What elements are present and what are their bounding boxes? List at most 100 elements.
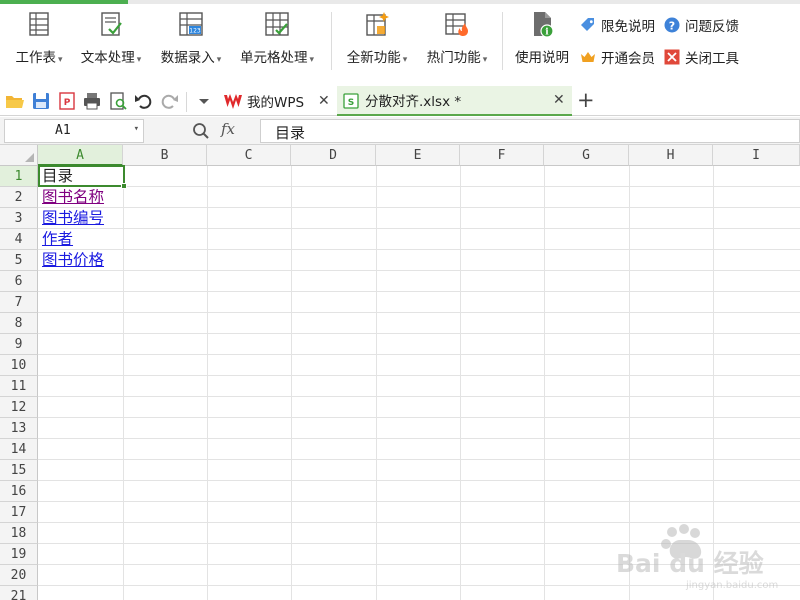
column-header-a[interactable]: A — [38, 145, 123, 166]
free-info-link[interactable]: 限免说明 — [580, 14, 655, 36]
row-header-12[interactable]: 12 — [0, 397, 38, 418]
formula-bar: A1 ▾ fx 目录 — [0, 117, 800, 145]
save-icon[interactable] — [31, 91, 51, 111]
row-header-16[interactable]: 16 — [0, 481, 38, 502]
data-entry-button[interactable]: 123 数据录入 ▾ — [155, 10, 227, 70]
row-header-6[interactable]: 6 — [0, 271, 38, 292]
gridline — [38, 417, 800, 418]
row-header-1[interactable]: 1 — [0, 166, 38, 187]
membership-link[interactable]: 开通会员 — [580, 46, 655, 68]
gridline — [544, 166, 545, 600]
column-header-b[interactable]: B — [123, 145, 207, 166]
gridline — [38, 354, 800, 355]
chevron-down-icon: ▾ — [136, 55, 142, 65]
usage-guide-icon: i — [534, 12, 554, 38]
formula-input[interactable]: 目录 — [260, 119, 800, 143]
quick-access-separator — [186, 92, 187, 112]
insert-function-button[interactable]: fx — [221, 120, 235, 138]
open-folder-icon[interactable] — [5, 91, 25, 111]
gridline — [291, 166, 292, 600]
text-process-label: 文本处理 — [80, 50, 135, 66]
cell-a4-hyperlink[interactable]: 作者 — [39, 229, 73, 250]
row-header-7[interactable]: 7 — [0, 292, 38, 313]
row-header-19[interactable]: 19 — [0, 544, 38, 565]
column-header-e[interactable]: E — [376, 145, 460, 166]
select-all-corner[interactable] — [0, 145, 38, 166]
row-header-15[interactable]: 15 — [0, 460, 38, 481]
cell-a3-hyperlink[interactable]: 图书编号 — [39, 208, 104, 229]
svg-text:P: P — [64, 98, 71, 108]
chevron-down-icon: ▾ — [57, 55, 63, 65]
worksheet-label: 工作表 — [15, 50, 56, 66]
row-header-8[interactable]: 8 — [0, 313, 38, 334]
row-header-21[interactable]: 21 — [0, 586, 38, 600]
print-icon[interactable] — [82, 91, 102, 111]
new-feature-label: 全新功能 — [346, 50, 401, 66]
close-tool-button[interactable]: 关闭工具 — [664, 46, 739, 68]
gridline — [38, 375, 800, 376]
gridline — [460, 166, 461, 600]
new-feature-button[interactable]: 全新功能 ▾ — [341, 10, 413, 70]
row-header-2[interactable]: 2 — [0, 187, 38, 208]
chevron-down-icon: ▾ — [309, 55, 315, 65]
hot-feature-label: 热门功能 — [426, 50, 481, 66]
column-header-f[interactable]: F — [460, 145, 544, 166]
chevron-down-icon: ▾ — [482, 55, 488, 65]
name-box[interactable]: A1 ▾ — [4, 119, 144, 143]
more-dropdown-icon[interactable] — [194, 91, 214, 111]
close-icon — [664, 49, 680, 65]
usage-guide-button[interactable]: i 使用说明 — [511, 10, 573, 70]
usage-guide-label: 使用说明 — [515, 50, 569, 66]
column-header-g[interactable]: G — [544, 145, 629, 166]
ribbon-separator — [331, 12, 332, 70]
gridline — [713, 166, 714, 600]
gridline — [629, 166, 630, 600]
gridline — [123, 166, 124, 600]
redo-icon[interactable] — [159, 91, 179, 111]
cell-a1[interactable]: 目录 — [39, 166, 73, 187]
column-header-c[interactable]: C — [207, 145, 291, 166]
row-header-10[interactable]: 10 — [0, 355, 38, 376]
ribbon-top-border — [128, 0, 800, 4]
tab-active-workbook[interactable]: S 分散对齐.xlsx * ✕ — [337, 86, 572, 116]
hot-feature-button[interactable]: 热门功能 ▾ — [421, 10, 493, 70]
zoom-search-icon[interactable] — [192, 122, 210, 140]
row-header-4[interactable]: 4 — [0, 229, 38, 250]
feedback-link[interactable]: ? 问题反馈 — [664, 14, 739, 36]
row-header-5[interactable]: 5 — [0, 250, 38, 271]
gridline — [38, 291, 800, 292]
chevron-down-icon: ▾ — [402, 55, 408, 65]
gridline — [207, 166, 208, 600]
new-tab-plus-icon[interactable]: + — [577, 88, 595, 112]
chevron-down-icon[interactable]: ▾ — [134, 124, 139, 134]
column-header-h[interactable]: H — [629, 145, 713, 166]
undo-icon[interactable] — [134, 91, 154, 111]
wps-logo-icon — [224, 94, 242, 109]
row-header-13[interactable]: 13 — [0, 418, 38, 439]
gridline — [38, 312, 800, 313]
row-header-17[interactable]: 17 — [0, 502, 38, 523]
cell-process-button[interactable]: 单元格处理 ▾ — [234, 10, 320, 70]
column-header-i[interactable]: I — [713, 145, 800, 166]
membership-label: 开通会员 — [601, 51, 655, 67]
row-header-3[interactable]: 3 — [0, 208, 38, 229]
row-header-18[interactable]: 18 — [0, 523, 38, 544]
close-icon[interactable]: ✕ — [553, 92, 565, 108]
worksheet-button[interactable]: 工作表 ▾ — [10, 10, 68, 70]
cell-a2-hyperlink[interactable]: 图书名称 — [39, 187, 104, 208]
text-process-button[interactable]: 文本处理 ▾ — [76, 10, 146, 70]
cell-a5-hyperlink[interactable]: 图书价格 — [39, 250, 104, 271]
close-icon[interactable]: ✕ — [318, 93, 330, 109]
row-header-11[interactable]: 11 — [0, 376, 38, 397]
tab-my-wps-label: 我的WPS — [247, 95, 305, 111]
print-preview-icon[interactable] — [108, 91, 128, 111]
tab-my-wps[interactable]: 我的WPS ✕ — [218, 86, 336, 116]
new-feature-icon — [366, 12, 389, 36]
export-pdf-icon[interactable]: P — [57, 91, 77, 111]
row-header-14[interactable]: 14 — [0, 439, 38, 460]
gridline — [38, 564, 800, 565]
ribbon-separator — [502, 12, 503, 70]
row-header-20[interactable]: 20 — [0, 565, 38, 586]
column-header-d[interactable]: D — [291, 145, 376, 166]
row-header-9[interactable]: 9 — [0, 334, 38, 355]
